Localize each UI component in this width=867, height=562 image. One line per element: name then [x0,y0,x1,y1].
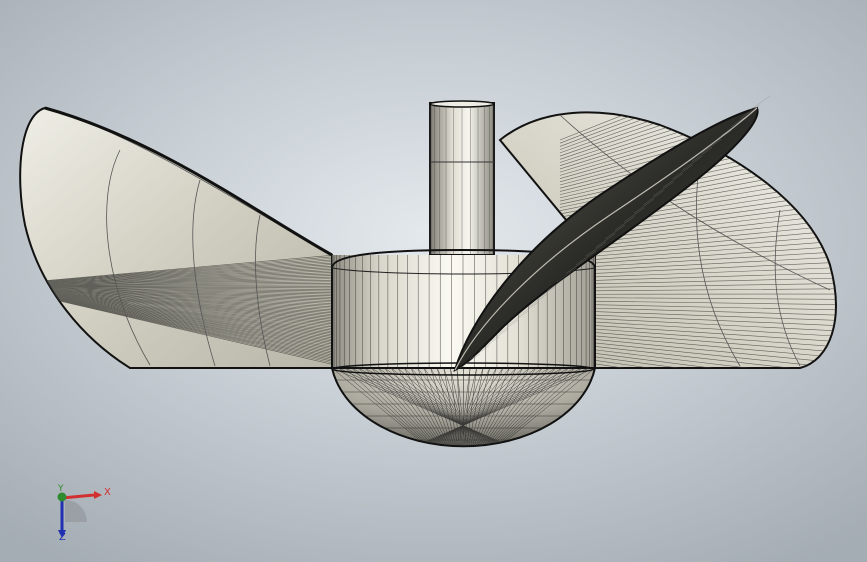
z-axis-label: Z [59,532,66,543]
left-blade [19,106,333,369]
graphics-viewport[interactable]: X Y Z [0,0,867,562]
x-axis-label: X [104,487,111,498]
shaft [429,100,495,256]
hub-dome [330,362,597,448]
x-axis-arrow [61,493,95,500]
y-axis-label: Y [58,484,64,494]
propeller-model[interactable] [0,0,867,562]
coordinate-triad[interactable]: X Y Z [40,478,120,550]
